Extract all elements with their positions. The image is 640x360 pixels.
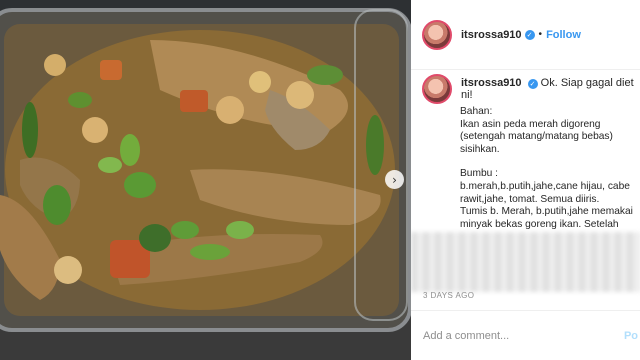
follow-button[interactable]: Follow — [546, 29, 581, 41]
caption-line: Bumbu : — [460, 168, 498, 180]
caption-header: itsrossa910 ✓ Ok. Siap gagal diet ni! — [422, 72, 640, 106]
caption-headline-line: itsrossa910 ✓ Ok. Siap gagal diet ni! — [461, 77, 640, 101]
caption-line: Tumis b. Merah, b.putih,jahe memakai min… — [460, 206, 633, 230]
next-image-button[interactable]: › — [385, 170, 404, 189]
verified-badge-icon: ✓ — [524, 29, 535, 40]
post-header: itsrossa910 ✓ • Follow — [411, 0, 640, 70]
caption-line: Bahan: — [460, 106, 493, 117]
post-photo[interactable]: › — [0, 0, 411, 360]
post-side-panel: itsrossa910 ✓ • Follow itsrossa910 ✓ Ok.… — [411, 0, 640, 360]
food-photo — [0, 0, 411, 360]
blurred-comments — [411, 232, 640, 292]
post-comment-button[interactable]: Po — [624, 330, 638, 342]
avatar[interactable] — [422, 19, 452, 50]
comment-bar: Add a comment... Po — [411, 310, 640, 360]
caption-body: Bahan: Ikan asin peda merah digoreng (se… — [460, 106, 640, 231]
comment-input[interactable]: Add a comment... — [423, 330, 509, 342]
chevron-right-icon: › — [392, 172, 397, 187]
caption-line: b.merah,b.putih,jahe,cane hijau, cabe ra… — [460, 180, 630, 205]
caption-verified-icon: ✓ — [527, 79, 538, 89]
caption-username[interactable]: itsrossa910 — [461, 77, 522, 89]
caption-avatar[interactable] — [422, 74, 452, 104]
separator-dot: • — [538, 29, 543, 40]
post-timestamp: 3 DAYS AGO — [423, 291, 475, 300]
caption-line: Ikan asin peda merah digoreng (setengah … — [460, 118, 613, 155]
header-username[interactable]: itsrossa910 — [461, 29, 522, 41]
